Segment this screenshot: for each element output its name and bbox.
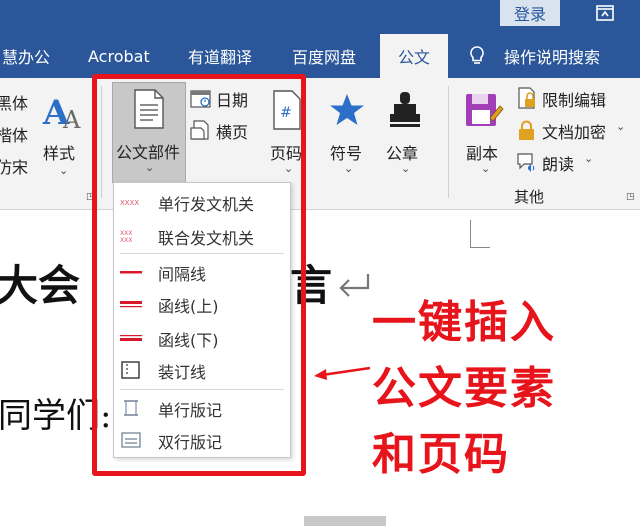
ribbon-separator: [448, 86, 449, 198]
tab-acrobat[interactable]: Acrobat: [88, 34, 150, 78]
tab-gongwen[interactable]: 公文: [380, 34, 448, 78]
read-aloud-label: 朗读: [542, 155, 575, 174]
arrow-icon: [314, 366, 371, 380]
lightbulb-icon: [468, 45, 486, 71]
chevron-down-icon: ⌄: [401, 162, 411, 175]
stamp-icon: [390, 92, 420, 127]
chevron-down-icon: ⌄: [584, 152, 594, 165]
chevron-down-icon: ⌄: [59, 164, 69, 177]
tell-me-search[interactable]: 操作说明搜索: [504, 34, 600, 78]
save-copy-icon: [466, 94, 504, 126]
margin-corner-mark: [470, 220, 490, 248]
styles-button[interactable]: A A 样式 ⌄: [38, 84, 88, 180]
speaker-icon: [517, 153, 535, 172]
login-button[interactable]: 登录: [500, 0, 560, 26]
title-bar: 登录: [0, 0, 640, 34]
lock-document-icon: [518, 87, 535, 109]
restore-window-button[interactable]: [570, 0, 640, 26]
tab-baidu-pan[interactable]: 百度网盘: [292, 34, 356, 78]
ribbon-tab-bar: 慧办公 Acrobat 有道翻译 百度网盘 公文 操作说明搜索: [0, 34, 640, 78]
group-other-label: 其他: [514, 188, 545, 206]
restrict-edit-button[interactable]: 限制编辑: [516, 86, 638, 110]
callout-line-1: 一键插入: [372, 297, 556, 348]
svg-text:A: A: [62, 106, 81, 132]
lock-icon: [519, 120, 534, 140]
horizontal-scrollbar-thumb[interactable]: [304, 516, 386, 526]
symbol-button[interactable]: 符号 ⌄: [324, 84, 370, 180]
doc-heading-left: 大会: [0, 261, 81, 310]
read-aloud-button[interactable]: 朗读 ⌄: [516, 150, 638, 174]
tab-youdao[interactable]: 有道翻译: [188, 34, 252, 78]
restore-window-icon: [596, 5, 614, 21]
callout-line-3: 和页码: [372, 429, 510, 480]
callout-line-2: 公文要素: [372, 363, 556, 414]
paragraph-mark-icon: [339, 274, 370, 297]
chevron-down-icon: ⌄: [616, 120, 626, 133]
symbol-label: 符号: [330, 144, 363, 163]
restrict-edit-label: 限制编辑: [542, 91, 607, 110]
font-item-fangsong[interactable]: 仿宋: [0, 154, 28, 178]
tab-huibangong[interactable]: 慧办公: [2, 34, 50, 78]
styles-label: 样式: [43, 144, 76, 163]
chevron-down-icon: ⌄: [344, 162, 354, 175]
encrypt-label: 文档加密: [542, 123, 607, 142]
styles-icon: A A: [42, 93, 81, 132]
font-item-kaiti[interactable]: 楷体: [0, 122, 28, 146]
highlight-frame: [92, 74, 306, 476]
chevron-down-icon: ⌄: [481, 162, 491, 175]
star-icon: [330, 94, 364, 125]
seal-button[interactable]: 公章 ⌄: [382, 84, 428, 180]
encrypt-document-button[interactable]: 文档加密 ⌄: [516, 118, 638, 142]
seal-label: 公章: [386, 144, 419, 163]
copy-button[interactable]: 副本 ⌄: [458, 84, 510, 180]
dialog-launcher-icon[interactable]: ◳: [626, 192, 635, 202]
copy-label: 副本: [466, 144, 499, 163]
font-item-heiti[interactable]: 黑体: [0, 90, 28, 114]
